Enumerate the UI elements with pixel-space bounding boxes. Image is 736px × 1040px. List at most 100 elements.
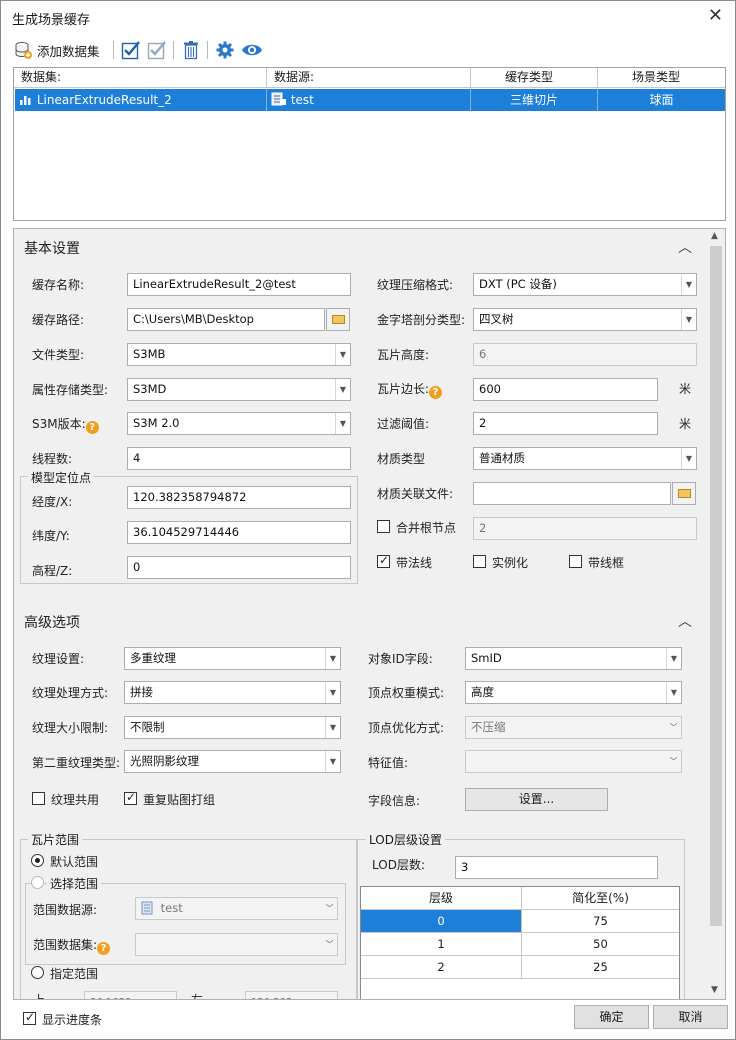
- s3m-version-select[interactable]: S3M 2.0 ▼: [127, 412, 351, 435]
- longitude-input[interactable]: 120.382358794872: [127, 486, 351, 509]
- default-range-radio[interactable]: [31, 854, 44, 867]
- specify-range-radio[interactable]: [31, 966, 44, 979]
- vertex-weight-select[interactable]: 高度 ▼: [465, 681, 682, 704]
- settings-panel: 基本设置 ︿ 缓存名称: LinearExtrudeResult_2@test …: [13, 228, 726, 1000]
- specify-range-label: 指定范围: [50, 967, 99, 981]
- cache-name-input[interactable]: LinearExtrudeResult_2@test: [127, 273, 351, 296]
- material-type-value: 普通材质: [479, 451, 525, 465]
- choose-range-radio[interactable]: [31, 876, 44, 889]
- lod-cell-level[interactable]: 2: [361, 956, 522, 979]
- lod-table: 层级 简化至(%) 0 75 1 50 2 25: [360, 886, 680, 999]
- vertex-opt-select: 不压缩 ﹀: [465, 716, 682, 739]
- lod-cell-simplify[interactable]: 75: [522, 910, 679, 933]
- object-id-select[interactable]: SmID ▼: [465, 647, 682, 670]
- lod-cell-simplify[interactable]: 50: [522, 933, 679, 956]
- panel-scrollbar[interactable]: ▲ ▼: [707, 229, 725, 999]
- collapse-advanced-icon[interactable]: ︿: [678, 611, 692, 631]
- chevron-down-icon: ▼: [325, 682, 340, 703]
- trash-icon: [184, 41, 198, 60]
- chevron-down-icon: ▼: [681, 274, 696, 295]
- lod-header-simplify[interactable]: 简化至(%): [522, 887, 679, 910]
- cancel-button[interactable]: 取消: [653, 1005, 728, 1029]
- range-dataset-select: ﹀: [135, 933, 338, 956]
- column-header-dataset[interactable]: 数据集:: [14, 68, 267, 88]
- attr-storage-value: S3MD: [133, 382, 167, 396]
- latitude-input[interactable]: 36.104529714446: [127, 521, 351, 544]
- field-info-label: 字段信息:: [368, 794, 421, 808]
- toolbar-separator: [113, 41, 114, 59]
- eye-icon: [242, 44, 262, 56]
- material-type-select[interactable]: 普通材质 ▼: [473, 447, 697, 470]
- instance-checkbox[interactable]: [473, 555, 486, 568]
- help-icon[interactable]: ?: [97, 942, 111, 955]
- second-texture-value: 光照阴影纹理: [130, 754, 199, 768]
- range-datasource-value: test: [160, 901, 183, 915]
- filter-threshold-input[interactable]: 2: [473, 412, 658, 435]
- elevation-input[interactable]: 0: [127, 556, 351, 579]
- lod-count-input[interactable]: 3: [455, 856, 658, 879]
- lod-count-label: LOD层数:: [372, 858, 425, 872]
- column-header-scene-type[interactable]: 场景类型: [598, 68, 725, 88]
- scroll-down-icon[interactable]: ▼: [711, 985, 718, 995]
- threads-input[interactable]: 4: [127, 447, 351, 470]
- range-left-input: 120.285: [245, 991, 338, 999]
- field-info-settings-button[interactable]: 设置...: [465, 788, 608, 811]
- pyramid-type-select[interactable]: 四叉树 ▼: [473, 308, 697, 331]
- lod-header-level[interactable]: 层级: [361, 887, 522, 910]
- ok-button[interactable]: 确定: [574, 1005, 649, 1029]
- instance-label: 实例化: [492, 556, 529, 570]
- elevation-label: 高程/Z:: [32, 564, 73, 578]
- longitude-label: 经度/X:: [32, 495, 73, 509]
- lod-cell-level[interactable]: 1: [361, 933, 522, 956]
- repeat-texture-checkbox[interactable]: [124, 790, 137, 805]
- texture-share-checkbox[interactable]: [32, 792, 45, 805]
- lod-cell-simplify[interactable]: 25: [522, 956, 679, 979]
- range-dataset-text: 范围数据集:: [33, 938, 98, 952]
- vertex-weight-label: 顶点权重模式:: [368, 686, 445, 700]
- invert-select-button[interactable]: [147, 39, 167, 61]
- delete-button[interactable]: [181, 39, 201, 61]
- pyramid-type-value: 四叉树: [479, 312, 514, 326]
- texture-compression-select[interactable]: DXT (PC 设备) ▼: [473, 273, 697, 296]
- add-dataset-button[interactable]: 添加数据集: [13, 39, 100, 61]
- table-row[interactable]: LinearExtrudeResult_2 test 三维切片 球面: [15, 89, 725, 111]
- second-texture-select[interactable]: 光照阴影纹理 ▼: [124, 750, 341, 773]
- normal-checkbox[interactable]: [377, 553, 390, 568]
- help-icon[interactable]: ?: [429, 386, 443, 399]
- cache-path-input[interactable]: C:\Users\MB\Desktop: [127, 308, 325, 331]
- scroll-thumb[interactable]: [710, 246, 722, 926]
- vertex-opt-label: 顶点优化方式:: [368, 721, 445, 735]
- column-header-cache-type[interactable]: 缓存类型: [471, 68, 598, 88]
- collapse-basic-icon[interactable]: ︿: [678, 237, 692, 257]
- title-bar: 生成场景缓存 ✕: [1, 1, 735, 33]
- chevron-down-icon: ﹀: [325, 940, 334, 949]
- browse-material-button[interactable]: [672, 482, 696, 505]
- file-type-select[interactable]: S3MB ▼: [127, 343, 351, 366]
- settings-button[interactable]: [215, 39, 235, 61]
- browse-folder-button[interactable]: [326, 308, 350, 331]
- dataset-table: 数据集: 数据源: 缓存类型 场景类型 LinearExtrudeResult_…: [13, 67, 726, 221]
- attr-storage-select[interactable]: S3MD ▼: [127, 378, 351, 401]
- select-all-button[interactable]: [121, 39, 141, 61]
- s3m-version-label: S3M版本:?: [32, 415, 99, 434]
- material-file-input[interactable]: [473, 482, 671, 505]
- show-progress-checkbox[interactable]: [23, 1010, 36, 1025]
- preview-button[interactable]: [241, 39, 263, 61]
- object-id-value: SmID: [471, 651, 502, 665]
- second-texture-label: 第二重纹理类型:: [32, 756, 121, 770]
- model-position-label: 模型定位点: [28, 469, 95, 486]
- column-header-datasource[interactable]: 数据源:: [267, 68, 471, 88]
- add-dataset-label: 添加数据集: [37, 43, 100, 59]
- range-top-label: 上: [33, 993, 46, 1000]
- scroll-up-icon[interactable]: ▲: [711, 231, 718, 241]
- help-icon[interactable]: ?: [85, 421, 99, 434]
- texture-process-select[interactable]: 拼接 ▼: [124, 681, 341, 704]
- wireframe-checkbox[interactable]: [569, 555, 582, 568]
- material-file-label: 材质关联文件:: [377, 487, 454, 501]
- close-icon[interactable]: ✕: [708, 5, 723, 26]
- merge-root-checkbox[interactable]: [377, 520, 390, 533]
- texture-setting-select[interactable]: 多重纹理 ▼: [124, 647, 341, 670]
- texture-size-select[interactable]: 不限制 ▼: [124, 716, 341, 739]
- lod-cell-level[interactable]: 0: [361, 910, 522, 933]
- tile-edge-input[interactable]: 600: [473, 378, 658, 401]
